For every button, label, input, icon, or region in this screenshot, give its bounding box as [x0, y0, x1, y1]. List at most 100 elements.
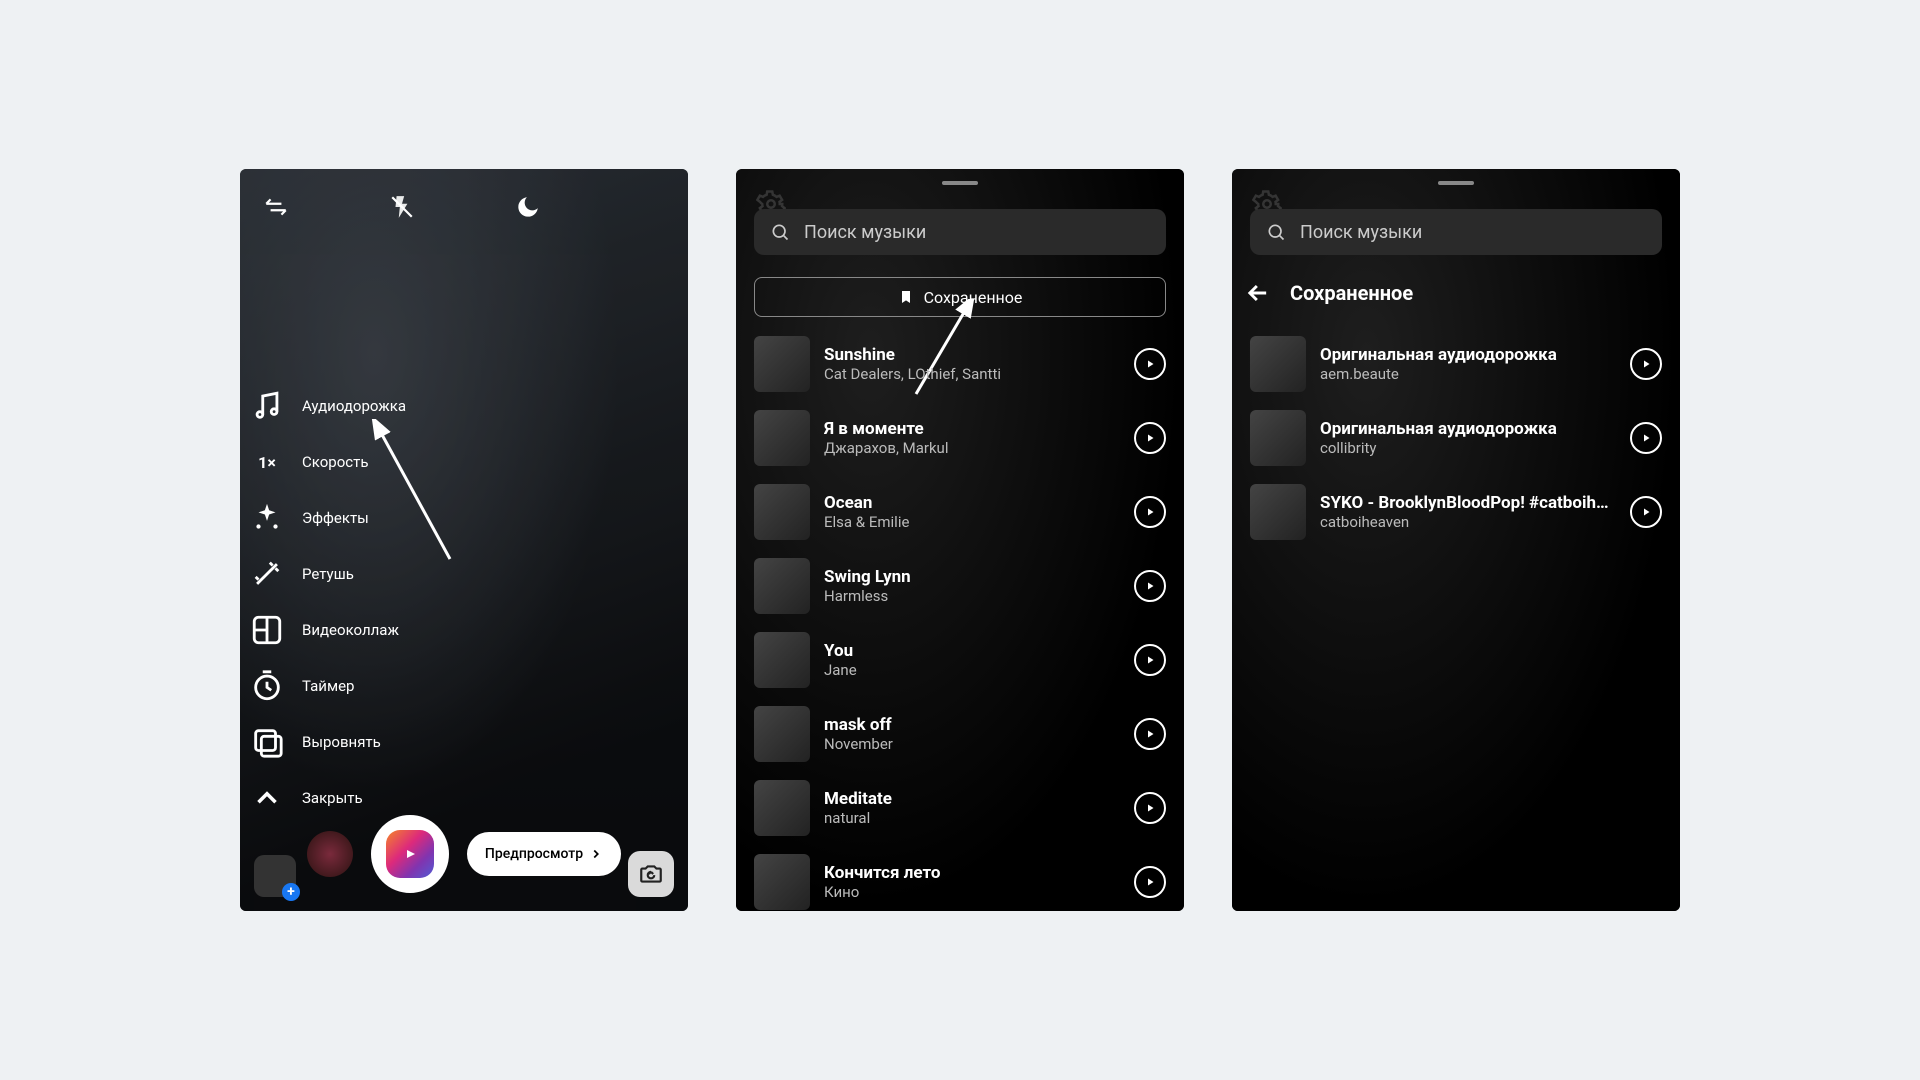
- track-cover: [1250, 336, 1306, 392]
- track-meta: SYKO - BrooklynBloodPop! #catboiheavenca…: [1320, 493, 1616, 531]
- track-meta: mask offNovember: [824, 715, 1120, 753]
- search-icon: [1266, 222, 1286, 242]
- track-title: You: [824, 641, 1120, 661]
- track-row[interactable]: Кончится летоКино: [754, 849, 1166, 911]
- shutter-button[interactable]: [371, 815, 449, 893]
- sidebar-item-close[interactable]: Закрыть: [250, 781, 406, 815]
- play-icon: [1144, 358, 1156, 370]
- flash-off-icon[interactable]: [384, 189, 420, 225]
- play-icon: [1144, 580, 1156, 592]
- play-button[interactable]: [1134, 422, 1166, 454]
- track-meta: SunshineCat Dealers, LOthief, Santti: [824, 345, 1120, 383]
- wand-icon: [250, 557, 284, 591]
- collage-icon: [250, 613, 284, 647]
- music-icon: [250, 389, 284, 423]
- play-button[interactable]: [1630, 422, 1662, 454]
- track-title: Ocean: [824, 493, 1120, 513]
- align-icon: [250, 725, 284, 759]
- search-icon: [770, 222, 790, 242]
- swap-icon[interactable]: [258, 189, 294, 225]
- track-artist: November: [824, 735, 1120, 753]
- track-artist: Cat Dealers, LOthief, Santti: [824, 365, 1120, 383]
- music-search-input[interactable]: Поиск музыки: [754, 209, 1166, 255]
- preview-label: Предпросмотр: [485, 846, 583, 862]
- play-button[interactable]: [1134, 866, 1166, 898]
- saved-button[interactable]: Сохраненное: [754, 277, 1166, 317]
- camera-bottombar: Предпросмотр: [240, 815, 688, 893]
- back-button[interactable]: [1244, 279, 1272, 307]
- track-meta: Meditatenatural: [824, 789, 1120, 827]
- sheet-handle[interactable]: [1438, 181, 1474, 185]
- track-row[interactable]: Оригинальная аудиодорожкаaem.beaute: [1250, 331, 1662, 397]
- sidebar-item-label: Скорость: [302, 453, 368, 471]
- play-button[interactable]: [1134, 644, 1166, 676]
- play-icon: [1144, 432, 1156, 444]
- track-row[interactable]: SunshineCat Dealers, LOthief, Santti: [754, 331, 1166, 397]
- track-row[interactable]: Я в моментеДжарахов, Markul: [754, 405, 1166, 471]
- track-row[interactable]: SYKO - BrooklynBloodPop! #catboiheavenca…: [1250, 479, 1662, 545]
- track-artist: catboiheaven: [1320, 513, 1616, 531]
- track-title: Swing Lynn: [824, 567, 1120, 587]
- track-artist: Jane: [824, 661, 1120, 679]
- track-artist: collibrity: [1320, 439, 1616, 457]
- phone-saved-music: Поиск музыки Сохраненное Оригинальная ау…: [1232, 169, 1680, 911]
- track-cover: [754, 410, 810, 466]
- track-cover: [754, 632, 810, 688]
- sidebar-item-audio[interactable]: Аудиодорожка: [250, 389, 406, 423]
- gallery-button[interactable]: +: [254, 855, 296, 897]
- track-list: SunshineCat Dealers, LOthief, Santti Я в …: [754, 331, 1166, 911]
- track-artist: Harmless: [824, 587, 1120, 605]
- sidebar-item-effects[interactable]: Эффекты: [250, 501, 406, 535]
- sidebar-item-align[interactable]: Выровнять: [250, 725, 406, 759]
- play-button[interactable]: [1134, 718, 1166, 750]
- search-placeholder: Поиск музыки: [1300, 222, 1422, 243]
- track-meta: Я в моментеДжарахов, Markul: [824, 419, 1120, 457]
- music-search-input[interactable]: Поиск музыки: [1250, 209, 1662, 255]
- track-row[interactable]: mask offNovember: [754, 701, 1166, 767]
- reels-sidebar: Аудиодорожка 1× Скорость Эффекты Ретушь: [250, 389, 406, 815]
- play-button[interactable]: [1134, 496, 1166, 528]
- track-cover: [754, 558, 810, 614]
- track-meta: YouJane: [824, 641, 1120, 679]
- saved-title: Сохраненное: [1290, 281, 1413, 305]
- sidebar-item-collage[interactable]: Видеоколлаж: [250, 613, 406, 647]
- play-button[interactable]: [1134, 570, 1166, 602]
- track-cover: [754, 336, 810, 392]
- play-button[interactable]: [1134, 348, 1166, 380]
- track-title: mask off: [824, 715, 1120, 735]
- track-title: SYKO - BrooklynBloodPop! #catboiheaven: [1320, 493, 1616, 513]
- sidebar-item-label: Выровнять: [302, 733, 381, 751]
- track-cover: [754, 854, 810, 910]
- play-button[interactable]: [1630, 496, 1662, 528]
- track-meta: OceanElsa & Emilie: [824, 493, 1120, 531]
- preview-button[interactable]: Предпросмотр: [467, 832, 621, 876]
- sidebar-item-retouch[interactable]: Ретушь: [250, 557, 406, 591]
- recent-effect-thumb[interactable]: [307, 831, 353, 877]
- track-row[interactable]: Swing LynnHarmless: [754, 553, 1166, 619]
- chevron-right-icon: [589, 847, 603, 861]
- saved-header: Сохраненное: [1244, 279, 1413, 307]
- track-artist: aem.beaute: [1320, 365, 1616, 383]
- play-button[interactable]: [1134, 792, 1166, 824]
- track-row[interactable]: OceanElsa & Emilie: [754, 479, 1166, 545]
- sidebar-item-label: Таймер: [302, 677, 354, 695]
- track-meta: Оригинальная аудиодорожкаcollibrity: [1320, 419, 1616, 457]
- flip-camera-button[interactable]: [628, 851, 674, 897]
- play-button[interactable]: [1630, 348, 1662, 380]
- night-mode-icon[interactable]: [510, 189, 546, 225]
- play-icon: [1144, 876, 1156, 888]
- track-row[interactable]: Оригинальная аудиодорожкаcollibrity: [1250, 405, 1662, 471]
- track-artist: natural: [824, 809, 1120, 827]
- track-title: Meditate: [824, 789, 1120, 809]
- track-cover: [754, 706, 810, 762]
- sidebar-item-timer[interactable]: Таймер: [250, 669, 406, 703]
- track-row[interactable]: Meditatenatural: [754, 775, 1166, 841]
- sidebar-item-speed[interactable]: 1× Скорость: [250, 445, 406, 479]
- plus-icon: +: [282, 883, 300, 901]
- track-artist: Elsa & Emilie: [824, 513, 1120, 531]
- sheet-handle[interactable]: [942, 181, 978, 185]
- search-placeholder: Поиск музыки: [804, 222, 926, 243]
- sidebar-item-label: Ретушь: [302, 565, 354, 583]
- phone-reels-editor: Аудиодорожка 1× Скорость Эффекты Ретушь: [240, 169, 688, 911]
- track-row[interactable]: YouJane: [754, 627, 1166, 693]
